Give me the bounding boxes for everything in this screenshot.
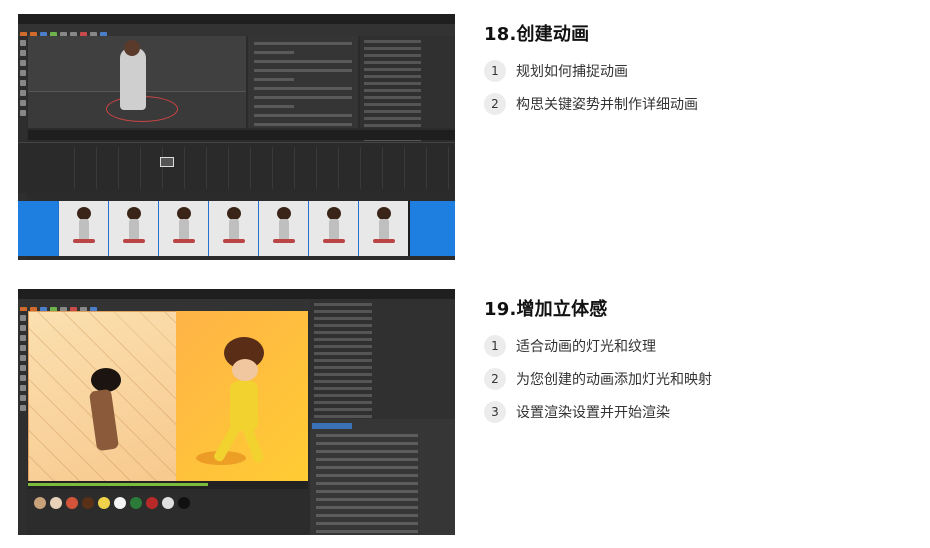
- step-number-badge: 1: [484, 335, 506, 357]
- dope-sheet: [18, 142, 455, 193]
- keyframe-marker: [160, 157, 174, 167]
- render-view: [176, 311, 308, 481]
- step-number-badge: 1: [484, 60, 506, 82]
- step-label: 构思关键姿势并制作详细动画: [516, 97, 698, 113]
- 3d-viewport: [28, 36, 246, 128]
- tool-palette: [18, 311, 27, 535]
- list-item: 2 为您创建的动画添加灯光和映射: [484, 368, 712, 390]
- step-label: 适合动画的灯光和纹理: [516, 339, 656, 355]
- list-item: 1 适合动画的灯光和纹理: [484, 335, 712, 357]
- step-number-badge: 2: [484, 368, 506, 390]
- section-title: 18.创建动画: [484, 24, 590, 45]
- section-title: 19.增加立体感: [484, 299, 608, 320]
- attributes-panel: [248, 36, 358, 128]
- object-manager: [360, 36, 455, 141]
- render-settings-panel: [310, 419, 455, 535]
- step-number-badge: 2: [484, 93, 506, 115]
- step-label: 设置渲染设置并开始渲染: [516, 405, 670, 421]
- pose-thumbnail-strip: [18, 201, 455, 256]
- cinema4d-render-screenshot: [18, 289, 455, 535]
- material-manager: [28, 491, 308, 531]
- list-item: 2 构思关键姿势并制作详细动画: [484, 93, 698, 115]
- step-label: 规划如何捕捉动画: [516, 64, 628, 80]
- step-list: 1 规划如何捕捉动画 2 构思关键姿势并制作详细动画: [484, 60, 698, 126]
- list-item: 1 规划如何捕捉动画: [484, 60, 698, 82]
- step-list: 1 适合动画的灯光和纹理 2 为您创建的动画添加灯光和映射 3 设置渲染设置并开…: [484, 335, 712, 434]
- cinema4d-animation-screenshot: [18, 14, 455, 260]
- step-number-badge: 3: [484, 401, 506, 423]
- app-toolbar: [18, 24, 455, 39]
- app-menubar: [18, 14, 455, 29]
- render-progress-bar: [28, 481, 308, 489]
- app-menubar: [18, 289, 455, 304]
- object-manager: [310, 299, 455, 439]
- step-label: 为您创建的动画添加灯光和映射: [516, 372, 712, 388]
- 3d-viewport: [28, 311, 178, 483]
- timeline-bar: [28, 130, 455, 140]
- list-item: 3 设置渲染设置并开始渲染: [484, 401, 712, 423]
